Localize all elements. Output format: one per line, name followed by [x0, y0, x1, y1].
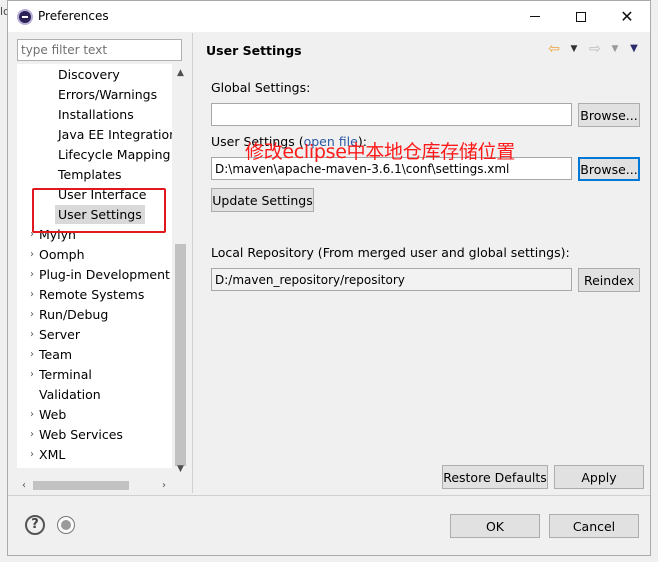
expand-chevron-icon[interactable]: › [27, 405, 37, 424]
tree-item-web[interactable]: Web [39, 405, 66, 424]
scroll-down-icon[interactable]: ▼ [172, 462, 189, 476]
maximize-button[interactable] [558, 1, 604, 32]
annotation-text: 修改eclipse中本地仓库存储位置 [245, 141, 515, 163]
tree-item-label: Installations [58, 107, 134, 122]
preference-tree: Discovery Errors/Warnings Installations … [17, 64, 182, 468]
tree-item-label: Terminal [39, 367, 92, 382]
tree-item-plug-in-development[interactable]: Plug-in Development [39, 265, 170, 284]
tree-item-label: XML [39, 447, 66, 462]
restore-defaults-button[interactable]: Restore Defaults [442, 465, 548, 489]
expand-chevron-icon[interactable]: › [27, 345, 37, 364]
user-browse-button[interactable]: Browse... [578, 157, 640, 181]
forward-dropdown-icon[interactable]: ▼ [606, 40, 624, 58]
tree-item-java-ee-integration[interactable]: Java EE Integration [58, 125, 177, 144]
update-settings-button[interactable]: Update Settings [211, 188, 314, 212]
tree-item-xml[interactable]: XML [39, 445, 65, 464]
expand-chevron-icon[interactable]: › [27, 325, 37, 344]
scroll-thumb[interactable] [33, 481, 129, 490]
window-title: Preferences [38, 9, 109, 23]
highlight-box [32, 188, 166, 233]
back-arrow-icon[interactable]: ⇦ [545, 40, 563, 58]
scroll-left-icon[interactable]: ‹ [17, 477, 31, 494]
expand-chevron-icon[interactable]: › [27, 365, 37, 384]
expand-chevron-icon[interactable]: › [27, 265, 37, 284]
tree-item-label: Java EE Integration [58, 127, 178, 142]
tree-item-label: Templates [58, 167, 122, 182]
maximize-icon [576, 11, 586, 22]
scroll-up-icon[interactable]: ▲ [172, 66, 189, 80]
expand-chevron-icon[interactable]: › [27, 245, 37, 264]
expand-chevron-icon[interactable]: › [27, 425, 37, 444]
expand-chevron-icon[interactable]: › [27, 305, 37, 324]
tree-vertical-scrollbar[interactable]: ▲ ▼ [172, 64, 189, 474]
tree-item-label: Oomph [39, 247, 85, 262]
close-button[interactable]: ✕ [604, 1, 650, 32]
tree-item-label: Errors/Warnings [58, 87, 158, 102]
view-menu-icon[interactable]: ▼ [625, 40, 643, 58]
reindex-button[interactable]: Reindex [578, 268, 640, 292]
eclipse-icon [17, 9, 33, 25]
filter-input[interactable] [17, 39, 182, 61]
tree-item-run-debug[interactable]: Run/Debug [39, 305, 108, 324]
tree-item-terminal[interactable]: Terminal [39, 365, 92, 384]
tree-item-label: Run/Debug [39, 307, 109, 322]
preferences-dialog: Preferences ✕ Discovery Errors/Warnings … [7, 0, 651, 556]
panel-divider[interactable] [192, 33, 193, 493]
tree-item-web-services[interactable]: Web Services [39, 425, 123, 444]
tree-item-label: Lifecycle Mapping [58, 147, 171, 162]
minimize-icon [530, 16, 540, 17]
title-bar: Preferences ✕ [8, 1, 650, 32]
local-repository-field[interactable] [211, 268, 572, 291]
global-settings-field[interactable] [211, 103, 572, 126]
tree-item-remote-systems[interactable]: Remote Systems [39, 285, 144, 304]
global-browse-button[interactable]: Browse... [578, 103, 640, 127]
tree-item-label: Validation [39, 387, 101, 402]
local-repository-label: Local Repository (From merged user and g… [211, 245, 570, 260]
expand-chevron-icon[interactable]: › [27, 285, 37, 304]
tree-item-label: Web Services [39, 427, 123, 442]
tree-item-errors-warnings[interactable]: Errors/Warnings [58, 85, 157, 104]
footer-divider [8, 495, 650, 496]
tree-item-label: Web [39, 407, 67, 422]
apply-button[interactable]: Apply [554, 465, 644, 489]
help-icon[interactable]: ? [25, 515, 45, 535]
tree-item-label: Remote Systems [39, 287, 145, 302]
tree-item-label: Plug-in Development [39, 267, 170, 282]
tree-item-installations[interactable]: Installations [58, 105, 134, 124]
scroll-thumb[interactable] [175, 244, 186, 466]
tree-item-validation[interactable]: Validation [39, 385, 101, 404]
cancel-button[interactable]: Cancel [549, 514, 639, 538]
close-icon: ✕ [620, 7, 634, 26]
back-dropdown-icon[interactable]: ▼ [565, 40, 583, 58]
tree-item-label: Server [39, 327, 80, 342]
tree-item-discovery[interactable]: Discovery [58, 65, 120, 84]
global-settings-label: Global Settings: [211, 80, 311, 95]
scroll-right-icon[interactable]: › [157, 477, 171, 494]
tree-item-templates[interactable]: Templates [58, 165, 122, 184]
tree-item-server[interactable]: Server [39, 325, 80, 344]
page-title: User Settings [206, 43, 302, 58]
expand-chevron-icon[interactable]: › [27, 445, 37, 464]
tree-item-label: Discovery [58, 67, 120, 82]
tree-item-oomph[interactable]: Oomph [39, 245, 85, 264]
forward-arrow-icon[interactable]: ⇨ [586, 40, 604, 58]
tree-item-lifecycle-mapping[interactable]: Lifecycle Mapping [58, 145, 170, 164]
ok-button[interactable]: OK [450, 514, 540, 538]
import-export-icon[interactable] [57, 516, 75, 534]
tree-horizontal-scrollbar[interactable]: ‹ › [17, 477, 172, 494]
tree-item-label: Team [39, 347, 73, 362]
tree-item-team[interactable]: Team [39, 345, 72, 364]
minimize-button[interactable] [512, 1, 558, 32]
